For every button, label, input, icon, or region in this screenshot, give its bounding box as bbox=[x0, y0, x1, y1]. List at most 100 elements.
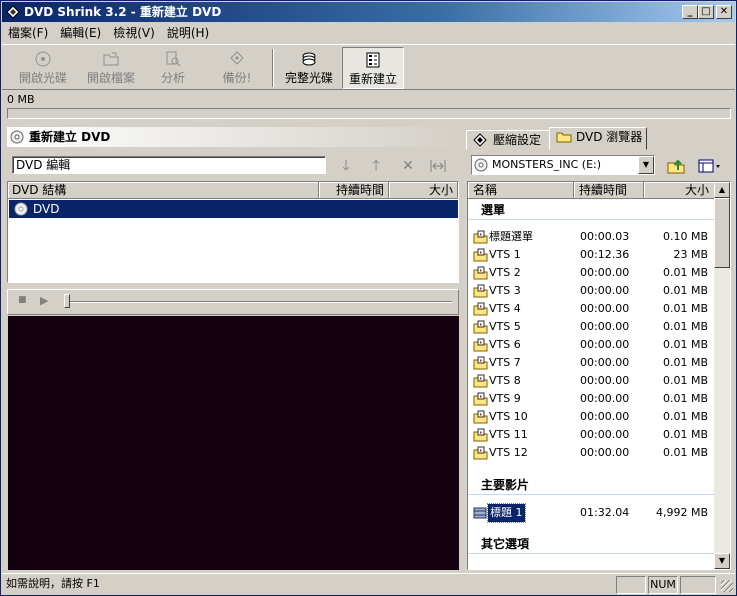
move-up-button[interactable]: 🡑 bbox=[365, 156, 387, 176]
list-item-name: VTS 1 bbox=[489, 248, 521, 261]
menu-icon bbox=[473, 320, 488, 334]
title-icon bbox=[473, 507, 487, 519]
list-item-duration: 00:00.00 bbox=[580, 320, 630, 333]
list-item-title-1[interactable]: 標題 1 01:32.04 4,992 MB bbox=[468, 503, 715, 523]
tree-item-dvd[interactable]: DVD bbox=[9, 200, 458, 218]
dvd-browser-list[interactable]: 名稱 持續時間 大小 選單 標題選單 00:00.03 0.10 MB VTS 1 00… bbox=[467, 181, 731, 570]
re-author-icon bbox=[366, 52, 380, 68]
menu-help[interactable]: 說明(H) bbox=[161, 23, 215, 43]
list-item-duration: 00:00.00 bbox=[580, 374, 630, 387]
toolbar-separator bbox=[272, 49, 274, 87]
chevron-down-icon[interactable]: ▼ bbox=[638, 156, 654, 174]
list-item-duration: 00:12.36 bbox=[580, 248, 630, 261]
section-menus: 選單 bbox=[468, 200, 715, 220]
menu-icon bbox=[473, 428, 488, 442]
list-item-size: 0.01 MB bbox=[662, 374, 708, 387]
list-item-size: 0.01 MB bbox=[662, 284, 708, 297]
column-header-name[interactable]: 名稱 bbox=[468, 182, 574, 199]
resize-grip[interactable] bbox=[721, 580, 733, 592]
list-item-duration: 00:00.00 bbox=[580, 302, 630, 315]
minimize-button[interactable]: _ bbox=[682, 5, 698, 19]
vertical-scrollbar[interactable]: ▲ ▼ bbox=[714, 182, 730, 569]
list-item[interactable]: VTS 10 00:00.00 0.01 MB bbox=[468, 408, 715, 426]
analyze-icon bbox=[166, 51, 181, 67]
open-files-button[interactable]: 開啟檔案 bbox=[80, 47, 142, 89]
scroll-up-arrow-icon[interactable]: ▲ bbox=[714, 182, 730, 198]
dvd-structure-tree[interactable]: DVD 結構 持續時間 大小 DVD bbox=[7, 181, 459, 283]
tab-compression-label: 壓縮設定 bbox=[493, 133, 542, 147]
list-item-name: 標題 1 bbox=[487, 503, 526, 523]
list-item-size: 0.01 MB bbox=[662, 356, 708, 369]
list-item[interactable]: VTS 8 00:00.00 0.01 MB bbox=[468, 372, 715, 390]
column-header-structure[interactable]: DVD 結構 bbox=[8, 182, 319, 199]
list-item-name: VTS 11 bbox=[489, 428, 528, 441]
seek-slider-thumb[interactable] bbox=[64, 294, 70, 308]
view-mode-button[interactable] bbox=[695, 155, 725, 177]
list-item-size: 0.01 MB bbox=[662, 446, 708, 459]
list-item[interactable]: VTS 4 00:00.00 0.01 MB bbox=[468, 300, 715, 318]
remove-button[interactable]: ✕ bbox=[397, 156, 419, 176]
menu-edit[interactable]: 編輯(E) bbox=[54, 23, 107, 43]
menu-icon bbox=[473, 392, 488, 406]
scroll-down-arrow-icon[interactable]: ▼ bbox=[714, 553, 730, 569]
list-item[interactable]: VTS 2 00:00.00 0.01 MB bbox=[468, 264, 715, 282]
scrollbar-thumb[interactable] bbox=[714, 198, 730, 268]
move-down-button[interactable]: 🡓 bbox=[335, 156, 357, 176]
column-header-size[interactable]: 大小 bbox=[389, 182, 458, 199]
menu-file[interactable]: 檔案(F) bbox=[2, 23, 54, 43]
list-item[interactable]: VTS 5 00:00.00 0.01 MB bbox=[468, 318, 715, 336]
list-item[interactable]: VTS 3 00:00.00 0.01 MB bbox=[468, 282, 715, 300]
column-header-size[interactable]: 大小 bbox=[644, 182, 715, 199]
compress-icon bbox=[473, 133, 487, 147]
analyze-button[interactable]: 分析 bbox=[152, 47, 194, 89]
list-item-size: 0.01 MB bbox=[662, 428, 708, 441]
trim-button[interactable] bbox=[427, 156, 449, 176]
dvd-name-input[interactable]: DVD 編輯 bbox=[12, 156, 326, 174]
re-author-button[interactable]: 重新建立 bbox=[342, 47, 404, 89]
open-disc-button[interactable]: 開啟光碟 bbox=[14, 47, 72, 89]
list-item-name: VTS 5 bbox=[489, 320, 521, 333]
column-header-duration[interactable]: 持續時間 bbox=[319, 182, 389, 199]
list-item[interactable]: VTS 1 00:12.36 23 MB bbox=[468, 246, 715, 264]
menu-view[interactable]: 檢視(V) bbox=[107, 23, 161, 43]
menu-icon bbox=[473, 266, 488, 280]
backup-button[interactable]: 備份! bbox=[216, 47, 258, 89]
maximize-button[interactable]: □ bbox=[698, 5, 714, 19]
arrow-up-icon: 🡑 bbox=[372, 158, 380, 174]
list-item-name: VTS 3 bbox=[489, 284, 521, 297]
list-item[interactable]: 標題選單 00:00.03 0.10 MB bbox=[468, 228, 715, 246]
column-header-duration[interactable]: 持續時間 bbox=[574, 182, 644, 199]
play-icon[interactable]: ▶ bbox=[40, 294, 48, 307]
folder-icon bbox=[556, 132, 572, 143]
full-disc-button[interactable]: 完整光碟 bbox=[278, 47, 340, 89]
menu-icon bbox=[473, 446, 488, 460]
dvd-shrink-app-icon bbox=[6, 5, 20, 19]
list-item-size: 0.01 MB bbox=[662, 320, 708, 333]
tab-compression-settings[interactable]: 壓縮設定 bbox=[466, 130, 550, 150]
tab-dvd-browser[interactable]: DVD 瀏覽器 bbox=[549, 127, 647, 150]
list-item-name: VTS 8 bbox=[489, 374, 521, 387]
output-size-label: 0 MB bbox=[7, 93, 35, 106]
tab-dvd-browser-label: DVD 瀏覽器 bbox=[576, 130, 643, 144]
video-preview bbox=[8, 316, 459, 570]
drive-select[interactable]: MONSTERS_INC (E:) ▼ bbox=[471, 155, 655, 175]
backup-icon bbox=[230, 51, 244, 65]
list-item[interactable]: VTS 7 00:00.00 0.01 MB bbox=[468, 354, 715, 372]
list-item-name: VTS 12 bbox=[489, 446, 528, 459]
list-item-name: 標題選單 bbox=[489, 230, 533, 243]
close-button[interactable]: ✕ bbox=[716, 5, 732, 19]
toolbar: 開啟光碟 開啟檔案 分析 備份! 完整光碟 重新建立 bbox=[2, 44, 735, 90]
menu-icon bbox=[473, 302, 488, 316]
seek-track[interactable] bbox=[66, 301, 452, 303]
list-item-size: 0.10 MB bbox=[662, 230, 708, 243]
stop-icon[interactable]: ■ bbox=[18, 295, 27, 305]
up-folder-button[interactable] bbox=[664, 155, 688, 177]
list-item[interactable]: VTS 12 00:00.00 0.01 MB bbox=[468, 444, 715, 462]
list-item[interactable]: VTS 9 00:00.00 0.01 MB bbox=[468, 390, 715, 408]
status-help-text: 如需說明，請按 F1 bbox=[6, 577, 100, 590]
list-item[interactable]: VTS 11 00:00.00 0.01 MB bbox=[468, 426, 715, 444]
list-item[interactable]: VTS 6 00:00.00 0.01 MB bbox=[468, 336, 715, 354]
list-item-name: VTS 2 bbox=[489, 266, 521, 279]
title-bar[interactable]: DVD Shrink 3.2 - 重新建立 DVD _ □ ✕ bbox=[2, 2, 735, 22]
main-window: DVD Shrink 3.2 - 重新建立 DVD _ □ ✕ 檔案(F) 編輯(… bbox=[0, 0, 737, 596]
